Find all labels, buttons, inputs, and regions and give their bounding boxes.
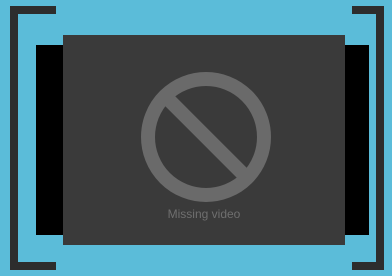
frame-bracket-left [10,6,18,268]
frame-bracket-right [376,6,384,268]
missing-video-label: Missing video [167,207,241,221]
frame-bracket-right-top [352,6,384,14]
video-placeholder[interactable]: Missing video [63,35,345,245]
frame-bracket-left-bottom [10,262,56,270]
frame-bracket-left-top [10,6,56,14]
prohibited-icon [141,72,271,202]
frame-bracket-right-bottom [352,262,384,270]
